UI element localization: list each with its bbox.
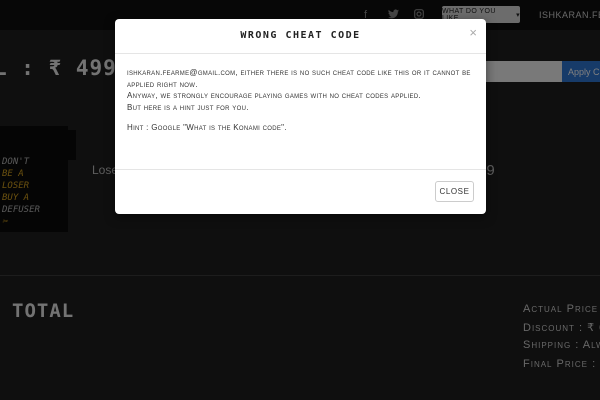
modal-message: But here is a hint just for you. — [127, 102, 249, 112]
modal-title: Wrong cheat code — [240, 30, 361, 41]
close-icon[interactable]: × — [469, 25, 477, 40]
wrong-cheat-code-modal: Wrong cheat code × ishkaran.fearme@gmail… — [115, 19, 486, 214]
modal-footer: Close — [115, 169, 486, 215]
modal-message: ishkaran.fearme@gmail.com, either there … — [127, 68, 471, 89]
modal-header: Wrong cheat code × — [115, 19, 486, 54]
close-button[interactable]: Close — [435, 181, 474, 202]
modal-body: ishkaran.fearme@gmail.com, either there … — [127, 67, 477, 134]
modal-hint: Hint : Google "What is the Konami code". — [127, 123, 287, 132]
modal-message: Anyway, we strongly encourage playing ga… — [127, 91, 421, 100]
